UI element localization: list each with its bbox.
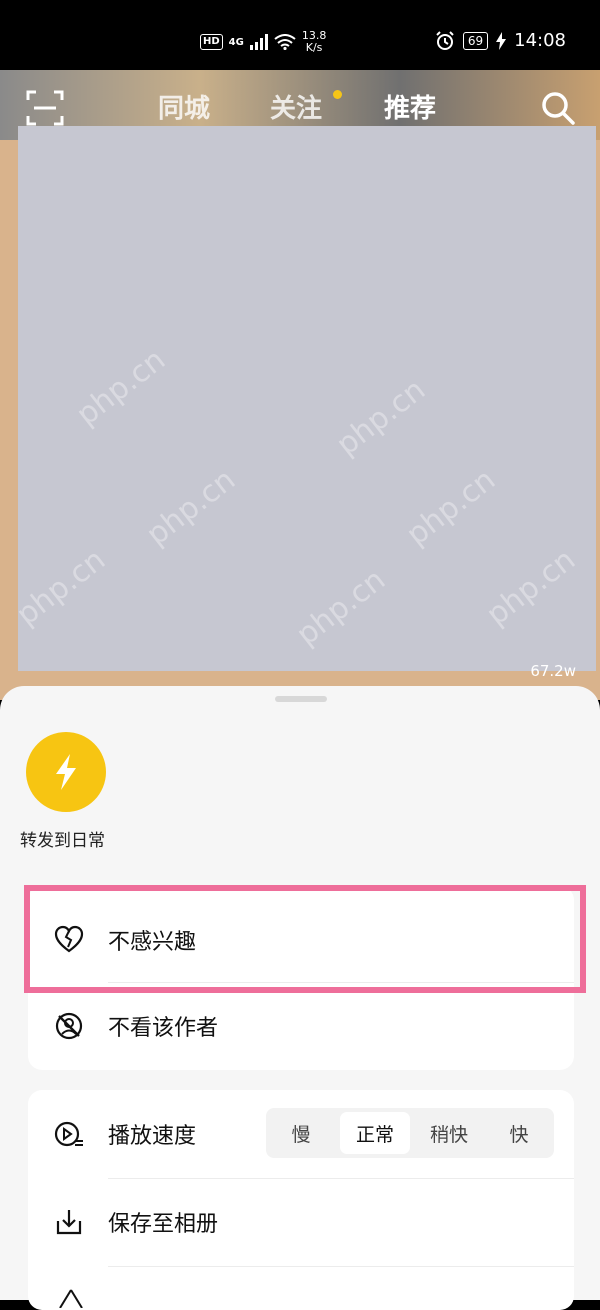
signal-icon — [249, 34, 268, 50]
action-sheet: 转发到日常 不感兴趣 不看该作者 播放速度 慢 正常 稍快 快 保存至相册 — [0, 686, 600, 1310]
status-bar: HD 4G 13.8 K/s 69 14:08 — [0, 0, 600, 70]
playback-speed-icon — [54, 1121, 83, 1147]
clock: 14:08 — [514, 30, 566, 51]
not-interested-item[interactable]: 不感兴趣 — [28, 896, 574, 984]
top-nav: 同城 关注 推荐 — [0, 90, 600, 130]
tab-following[interactable]: 关注 — [270, 88, 322, 125]
save-to-album-label: 保存至相册 — [108, 1212, 219, 1237]
feedback-card: 不感兴趣 不看该作者 — [28, 886, 574, 1070]
speed-selector[interactable]: 慢 正常 稍快 快 — [266, 1108, 554, 1158]
network-type: 4G — [228, 36, 244, 48]
network-speed: 13.8 K/s — [301, 29, 327, 54]
broken-heart-icon — [54, 925, 84, 953]
partial-menu-icon — [59, 1289, 83, 1308]
tab-recommend[interactable]: 推荐 — [384, 88, 436, 125]
download-icon — [56, 1210, 82, 1235]
lightning-icon — [56, 754, 76, 790]
block-author-icon — [55, 1012, 83, 1040]
settings-card: 播放速度 慢 正常 稍快 快 保存至相册 — [28, 1090, 574, 1310]
not-interested-label: 不感兴趣 — [108, 930, 197, 955]
hide-author-label: 不看该作者 — [108, 1016, 219, 1041]
speed-option-slow[interactable]: 慢 — [266, 1108, 336, 1158]
view-count: 67.2w — [530, 662, 576, 680]
divider — [108, 1266, 574, 1267]
speed-option-fast[interactable]: 快 — [484, 1108, 554, 1158]
search-icon[interactable] — [540, 90, 576, 126]
notification-dot — [333, 90, 342, 99]
alarm-icon — [436, 30, 454, 50]
video-frame — [18, 126, 596, 671]
tab-nearby[interactable]: 同城 — [158, 88, 210, 125]
wifi-icon — [274, 34, 296, 50]
sheet-handle[interactable] — [275, 696, 327, 702]
speed-option-normal[interactable]: 正常 — [340, 1112, 410, 1154]
battery-level: 69 — [462, 31, 489, 50]
playback-speed-label: 播放速度 — [108, 1124, 197, 1149]
scan-icon[interactable] — [26, 90, 64, 126]
hd-badge: HD — [200, 34, 223, 50]
share-daily-button[interactable] — [26, 732, 106, 812]
charging-icon — [496, 31, 507, 50]
speed-option-faster[interactable]: 稍快 — [414, 1108, 484, 1158]
video-player[interactable]: php.cn php.cn php.cn php.cn php.cn php.c… — [0, 70, 600, 700]
hide-author-item[interactable]: 不看该作者 — [28, 982, 574, 1070]
save-to-album-item[interactable]: 保存至相册 — [28, 1178, 574, 1266]
share-daily-label: 转发到日常 — [20, 831, 105, 851]
playback-speed-item: 播放速度 慢 正常 稍快 快 — [28, 1090, 574, 1178]
